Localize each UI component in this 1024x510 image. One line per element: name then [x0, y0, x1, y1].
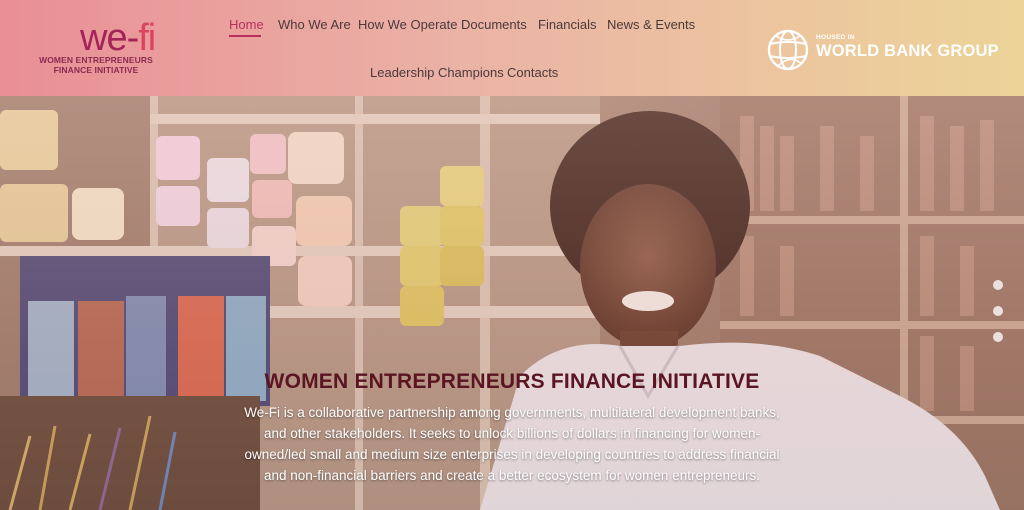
hero-description-line-3: owned/led small and medium size enterpri… — [244, 447, 780, 462]
world-bank-group-label: WORLD BANK GROUP — [816, 42, 999, 60]
site-header: we-fi WOMEN ENTREPRENEURS FINANCE INITIA… — [0, 0, 1024, 96]
hero-description-line-1: We-Fi is a collaborative partnership amo… — [244, 405, 780, 420]
nav-news-events[interactable]: News & Events — [607, 17, 695, 32]
slide-pagination — [993, 280, 1007, 350]
slide-dot-2[interactable] — [993, 306, 1003, 316]
logo-caption: WOMEN ENTREPRENEURS FINANCE INITIATIVE — [36, 55, 156, 75]
nav-contacts[interactable]: Contacts — [507, 65, 558, 80]
we-fi-logo[interactable]: we-fi WOMEN ENTREPRENEURS FINANCE INITIA… — [36, 18, 186, 78]
nav-active-indicator — [229, 35, 261, 37]
housed-in-label: HOUSED IN — [816, 34, 855, 41]
hero-title: WOMEN ENTREPRENEURS FINANCE INITIATIVE — [264, 370, 760, 393]
slide-dot-3[interactable] — [993, 332, 1003, 342]
nav-documents[interactable]: Documents — [461, 17, 527, 32]
nav-home[interactable]: Home — [229, 17, 264, 32]
hero-description: We-Fi is a collaborative partnership amo… — [212, 402, 812, 486]
nav-who-we-are[interactable]: Who We Are — [278, 17, 351, 32]
nav-how-we-operate[interactable]: How We Operate — [358, 17, 457, 32]
globe-icon — [767, 29, 809, 71]
world-bank-group-logo[interactable]: HOUSED IN WORLD BANK GROUP — [766, 28, 999, 74]
hero-banner: WOMEN ENTREPRENEURS FINANCE INITIATIVE W… — [0, 96, 1024, 510]
slide-dot-1[interactable] — [993, 280, 1003, 290]
nav-leadership-champions[interactable]: Leadership Champions — [370, 65, 504, 80]
nav-financials[interactable]: Financials — [538, 17, 597, 32]
hero-description-line-4: and non-financial barriers and create a … — [263, 468, 760, 483]
logo-caption-line-2: FINANCE INITIATIVE — [53, 64, 139, 75]
hero-description-line-2: and other stakeholders. It seeks to unlo… — [263, 426, 760, 441]
logo-wordmark: we-fi — [80, 17, 156, 59]
